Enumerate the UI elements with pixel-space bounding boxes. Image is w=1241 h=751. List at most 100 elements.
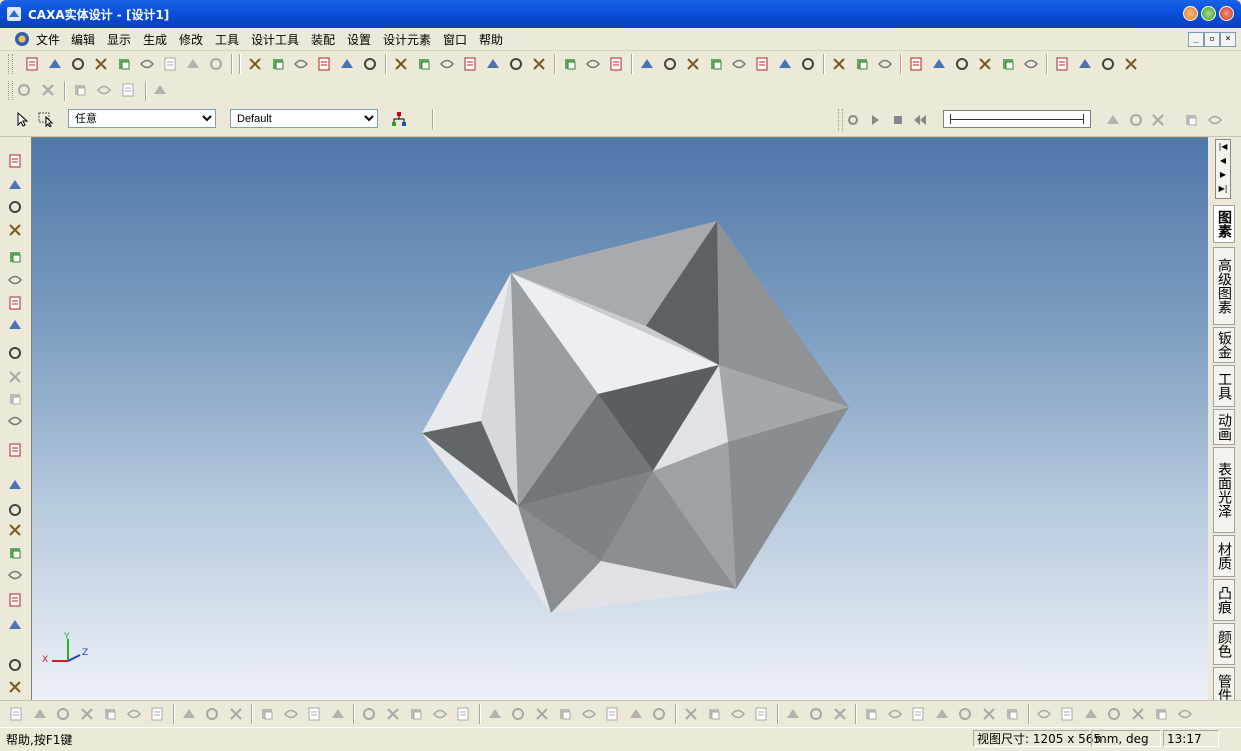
- animation-tool-icon[interactable]: [1150, 112, 1166, 128]
- sketch-tool-icon[interactable]: [604, 706, 620, 722]
- toolbar-tool-icon[interactable]: [120, 82, 136, 98]
- toolbar-tool-icon[interactable]: [954, 56, 970, 72]
- 3d-viewport[interactable]: Y X Z: [31, 137, 1208, 700]
- close-button[interactable]: [1219, 6, 1234, 21]
- toolbar-tool-icon[interactable]: [185, 56, 201, 72]
- view-tool-icon[interactable]: [7, 413, 23, 429]
- view-tool-icon[interactable]: [7, 369, 23, 385]
- sketch-tool-icon[interactable]: [753, 706, 769, 722]
- toolbar-tool-icon[interactable]: [485, 56, 501, 72]
- view-tool-icon[interactable]: [7, 442, 23, 458]
- rewind-icon[interactable]: [912, 112, 928, 128]
- sketch-tool-icon[interactable]: [283, 706, 299, 722]
- sketch-tool-icon[interactable]: [1177, 706, 1193, 722]
- view-tool-icon[interactable]: [7, 477, 23, 493]
- animation-slider[interactable]: [943, 110, 1091, 128]
- menu-modify[interactable]: 修改: [179, 31, 203, 48]
- toolbar-tool-icon[interactable]: [877, 56, 893, 72]
- tab-1[interactable]: 高级图素: [1213, 247, 1235, 325]
- toolbar-tool-icon[interactable]: [462, 56, 478, 72]
- view-tool-icon[interactable]: [7, 317, 23, 333]
- view-tool-icon[interactable]: [7, 679, 23, 695]
- view-tool-icon[interactable]: [7, 522, 23, 538]
- view-tool-icon[interactable]: [7, 502, 23, 518]
- toolbar-tool-icon[interactable]: [708, 56, 724, 72]
- sketch-tool-icon[interactable]: [259, 706, 275, 722]
- view-tool-icon[interactable]: [7, 222, 23, 238]
- view-tool-icon[interactable]: [7, 345, 23, 361]
- sketch-tool-icon[interactable]: [228, 706, 244, 722]
- menu-generate[interactable]: 生成: [143, 31, 167, 48]
- toolbar-tool-icon[interactable]: [854, 56, 870, 72]
- menu-file[interactable]: 文件: [36, 31, 60, 48]
- menu-tools[interactable]: 工具: [215, 31, 239, 48]
- hierarchy-icon[interactable]: [391, 111, 407, 127]
- toolbar-tool-icon[interactable]: [293, 56, 309, 72]
- view-tool-icon[interactable]: [7, 617, 23, 633]
- toolbar-tool-icon[interactable]: [639, 56, 655, 72]
- toolbar-tool-icon[interactable]: [1000, 56, 1016, 72]
- toolbar-tool-icon[interactable]: [139, 56, 155, 72]
- toolbar-tool-icon[interactable]: [800, 56, 816, 72]
- menu-design-elements[interactable]: 设计元素: [383, 31, 431, 48]
- toolbar-tool-icon[interactable]: [1077, 56, 1093, 72]
- sketch-tool-icon[interactable]: [126, 706, 142, 722]
- toolbar-tool-icon[interactable]: [362, 56, 378, 72]
- sketch-tool-icon[interactable]: [557, 706, 573, 722]
- sketch-tool-icon[interactable]: [910, 706, 926, 722]
- animation-tool-icon[interactable]: [1128, 112, 1144, 128]
- toolbar-tool-icon[interactable]: [116, 56, 132, 72]
- view-tool-icon[interactable]: [7, 592, 23, 608]
- play-icon[interactable]: [867, 112, 883, 128]
- sketch-tool-icon[interactable]: [730, 706, 746, 722]
- sketch-tool-icon[interactable]: [361, 706, 377, 722]
- toolbar-tool-icon[interactable]: [208, 56, 224, 72]
- sketch-tool-icon[interactable]: [934, 706, 950, 722]
- menu-edit[interactable]: 编辑: [71, 31, 95, 48]
- tab-3[interactable]: 工具: [1213, 365, 1235, 407]
- toolbar-tool-icon[interactable]: [96, 82, 112, 98]
- sketch-tool-icon[interactable]: [55, 706, 71, 722]
- toolbar-tool-icon[interactable]: [908, 56, 924, 72]
- sketch-tool-icon[interactable]: [651, 706, 667, 722]
- sketch-tool-icon[interactable]: [204, 706, 220, 722]
- toolbar-tool-icon[interactable]: [931, 56, 947, 72]
- sketch-tool-icon[interactable]: [1004, 706, 1020, 722]
- sketch-tool-icon[interactable]: [306, 706, 322, 722]
- toolbar-tool-icon[interactable]: [47, 56, 63, 72]
- toolbar-tool-icon[interactable]: [393, 56, 409, 72]
- view-tool-icon[interactable]: [7, 567, 23, 583]
- view-tool-icon[interactable]: [7, 153, 23, 169]
- select-box-icon[interactable]: [38, 111, 54, 127]
- sketch-tool-icon[interactable]: [808, 706, 824, 722]
- sketch-tool-icon[interactable]: [1106, 706, 1122, 722]
- view-tool-icon[interactable]: [7, 545, 23, 561]
- maximize-button[interactable]: [1201, 6, 1216, 21]
- sketch-tool-icon[interactable]: [8, 706, 24, 722]
- style-select[interactable]: Default: [230, 109, 378, 128]
- sketch-tool-icon[interactable]: [385, 706, 401, 722]
- sketch-tool-icon[interactable]: [181, 706, 197, 722]
- stellated-icosahedron-model[interactable]: [32, 138, 1209, 701]
- toolbar-tool-icon[interactable]: [977, 56, 993, 72]
- toolbar-tool-icon[interactable]: [662, 56, 678, 72]
- toolbar-tool-icon[interactable]: [1054, 56, 1070, 72]
- tab-scroll-buttons[interactable]: |◀ ◀ ▶ ▶|: [1215, 139, 1231, 199]
- toolbar-grip[interactable]: [8, 81, 13, 100]
- tab-4[interactable]: 动画: [1213, 409, 1235, 445]
- sketch-tool-icon[interactable]: [581, 706, 597, 722]
- tab-5[interactable]: 表面光泽: [1213, 447, 1235, 533]
- sketch-tool-icon[interactable]: [510, 706, 526, 722]
- sketch-tool-icon[interactable]: [102, 706, 118, 722]
- toolbar-tool-icon[interactable]: [316, 56, 332, 72]
- animation-tool-icon[interactable]: [1183, 112, 1199, 128]
- tab-0[interactable]: 图素: [1213, 205, 1235, 243]
- record-icon[interactable]: [845, 112, 861, 128]
- stop-icon[interactable]: [890, 112, 906, 128]
- toolbar-tool-icon[interactable]: [777, 56, 793, 72]
- sketch-tool-icon[interactable]: [1130, 706, 1146, 722]
- toolbar-tool-icon[interactable]: [831, 56, 847, 72]
- toolbar-tool-icon[interactable]: [16, 82, 32, 98]
- sketch-tool-icon[interactable]: [487, 706, 503, 722]
- tab-7[interactable]: 凸痕: [1213, 579, 1235, 621]
